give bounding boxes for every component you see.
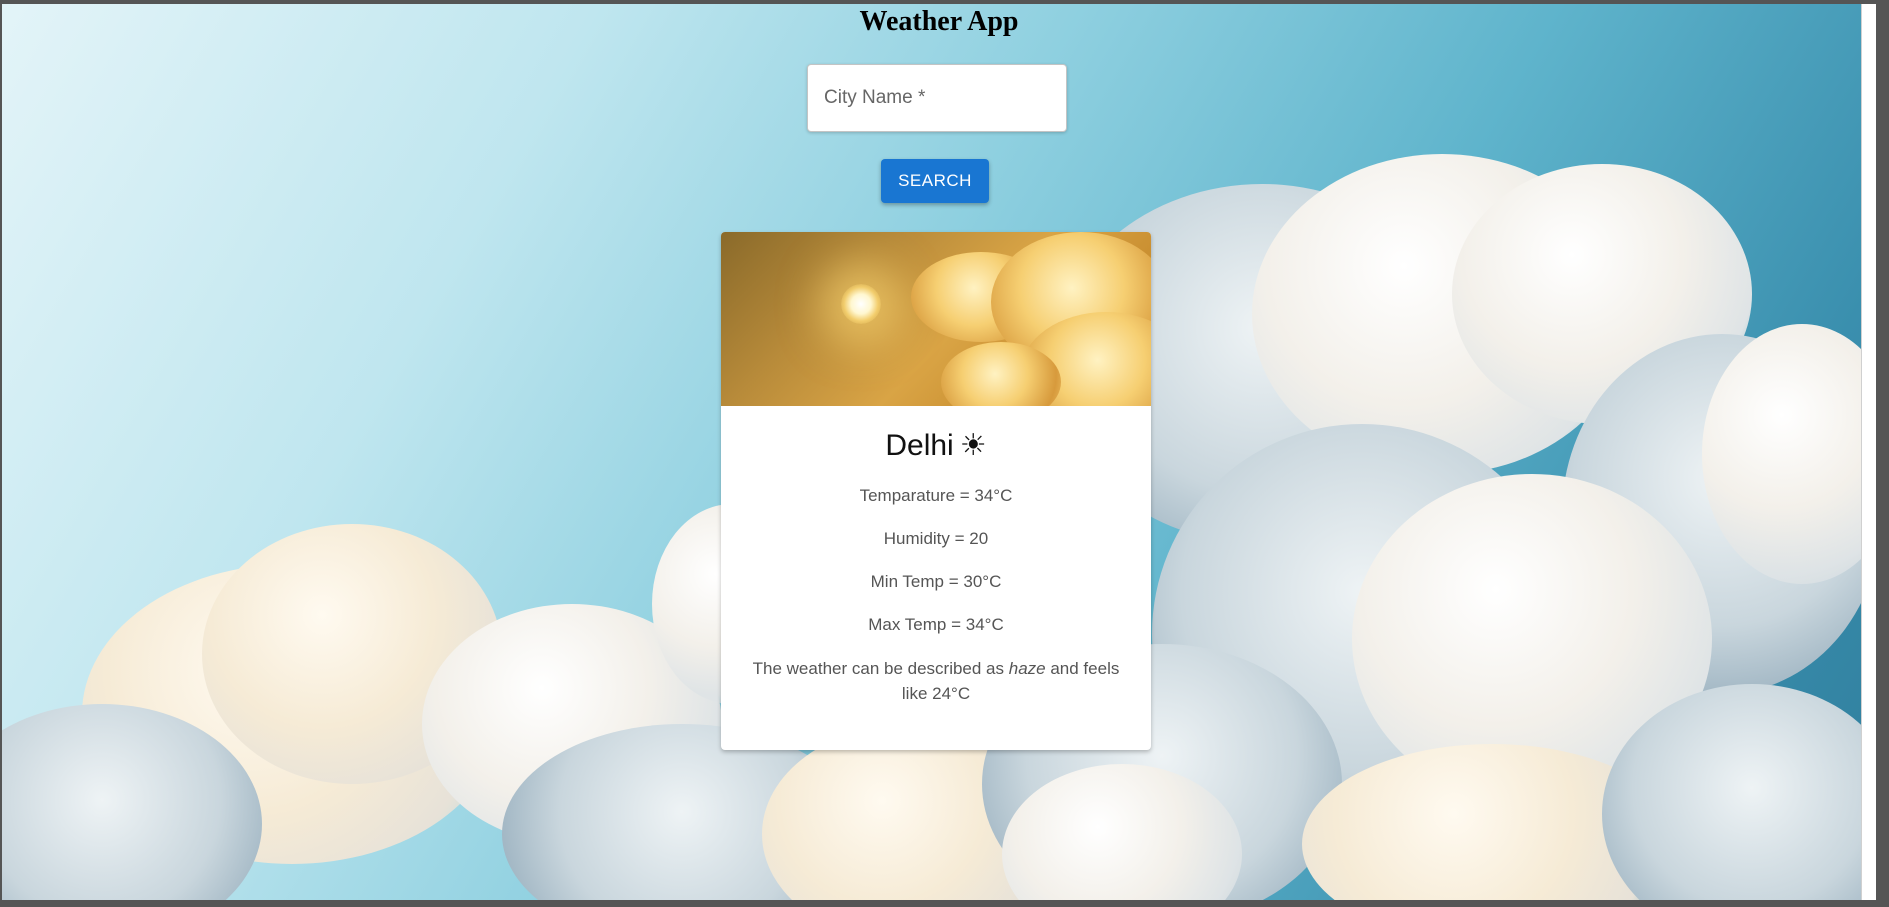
app-viewport: Weather App SEARCH Delhi☀ Temparature = …: [2, 4, 1876, 900]
weather-card-body: Delhi ☀ Temparature = 34°C Humidity = 20 …: [721, 428, 1151, 706]
city-name-field[interactable]: [807, 64, 1067, 132]
city-name-input[interactable]: [808, 65, 1066, 131]
description-prefix: The weather can be described as: [752, 659, 1009, 678]
weather-description: The weather can be described as haze and…: [741, 656, 1131, 706]
humidity-stat: Humidity = 20: [883, 529, 989, 548]
city-name: Delhi: [885, 429, 954, 462]
temperature-stat: Temparature = 34°C: [859, 486, 1013, 505]
sun-image: [841, 284, 881, 324]
weather-card: Delhi ☀ Temparature = 34°C Humidity = 20 …: [721, 232, 1151, 750]
sun-icon: ☀: [959, 429, 987, 462]
max-temp-stat: Max Temp = 34°C: [868, 615, 1004, 634]
page-title: Weather App: [859, 6, 1019, 37]
search-button[interactable]: SEARCH: [881, 159, 989, 203]
min-temp-stat: Min Temp = 30°C: [870, 572, 1002, 591]
description-condition: haze: [1008, 659, 1046, 678]
weather-card-image: [721, 232, 1151, 406]
city-heading: Delhi ☀: [741, 428, 1131, 464]
bottom-border: [0, 900, 1889, 907]
page-content: Weather App SEARCH Delhi☀ Temparature = …: [2, 4, 1876, 900]
vertical-scrollbar[interactable]: [1861, 4, 1876, 900]
